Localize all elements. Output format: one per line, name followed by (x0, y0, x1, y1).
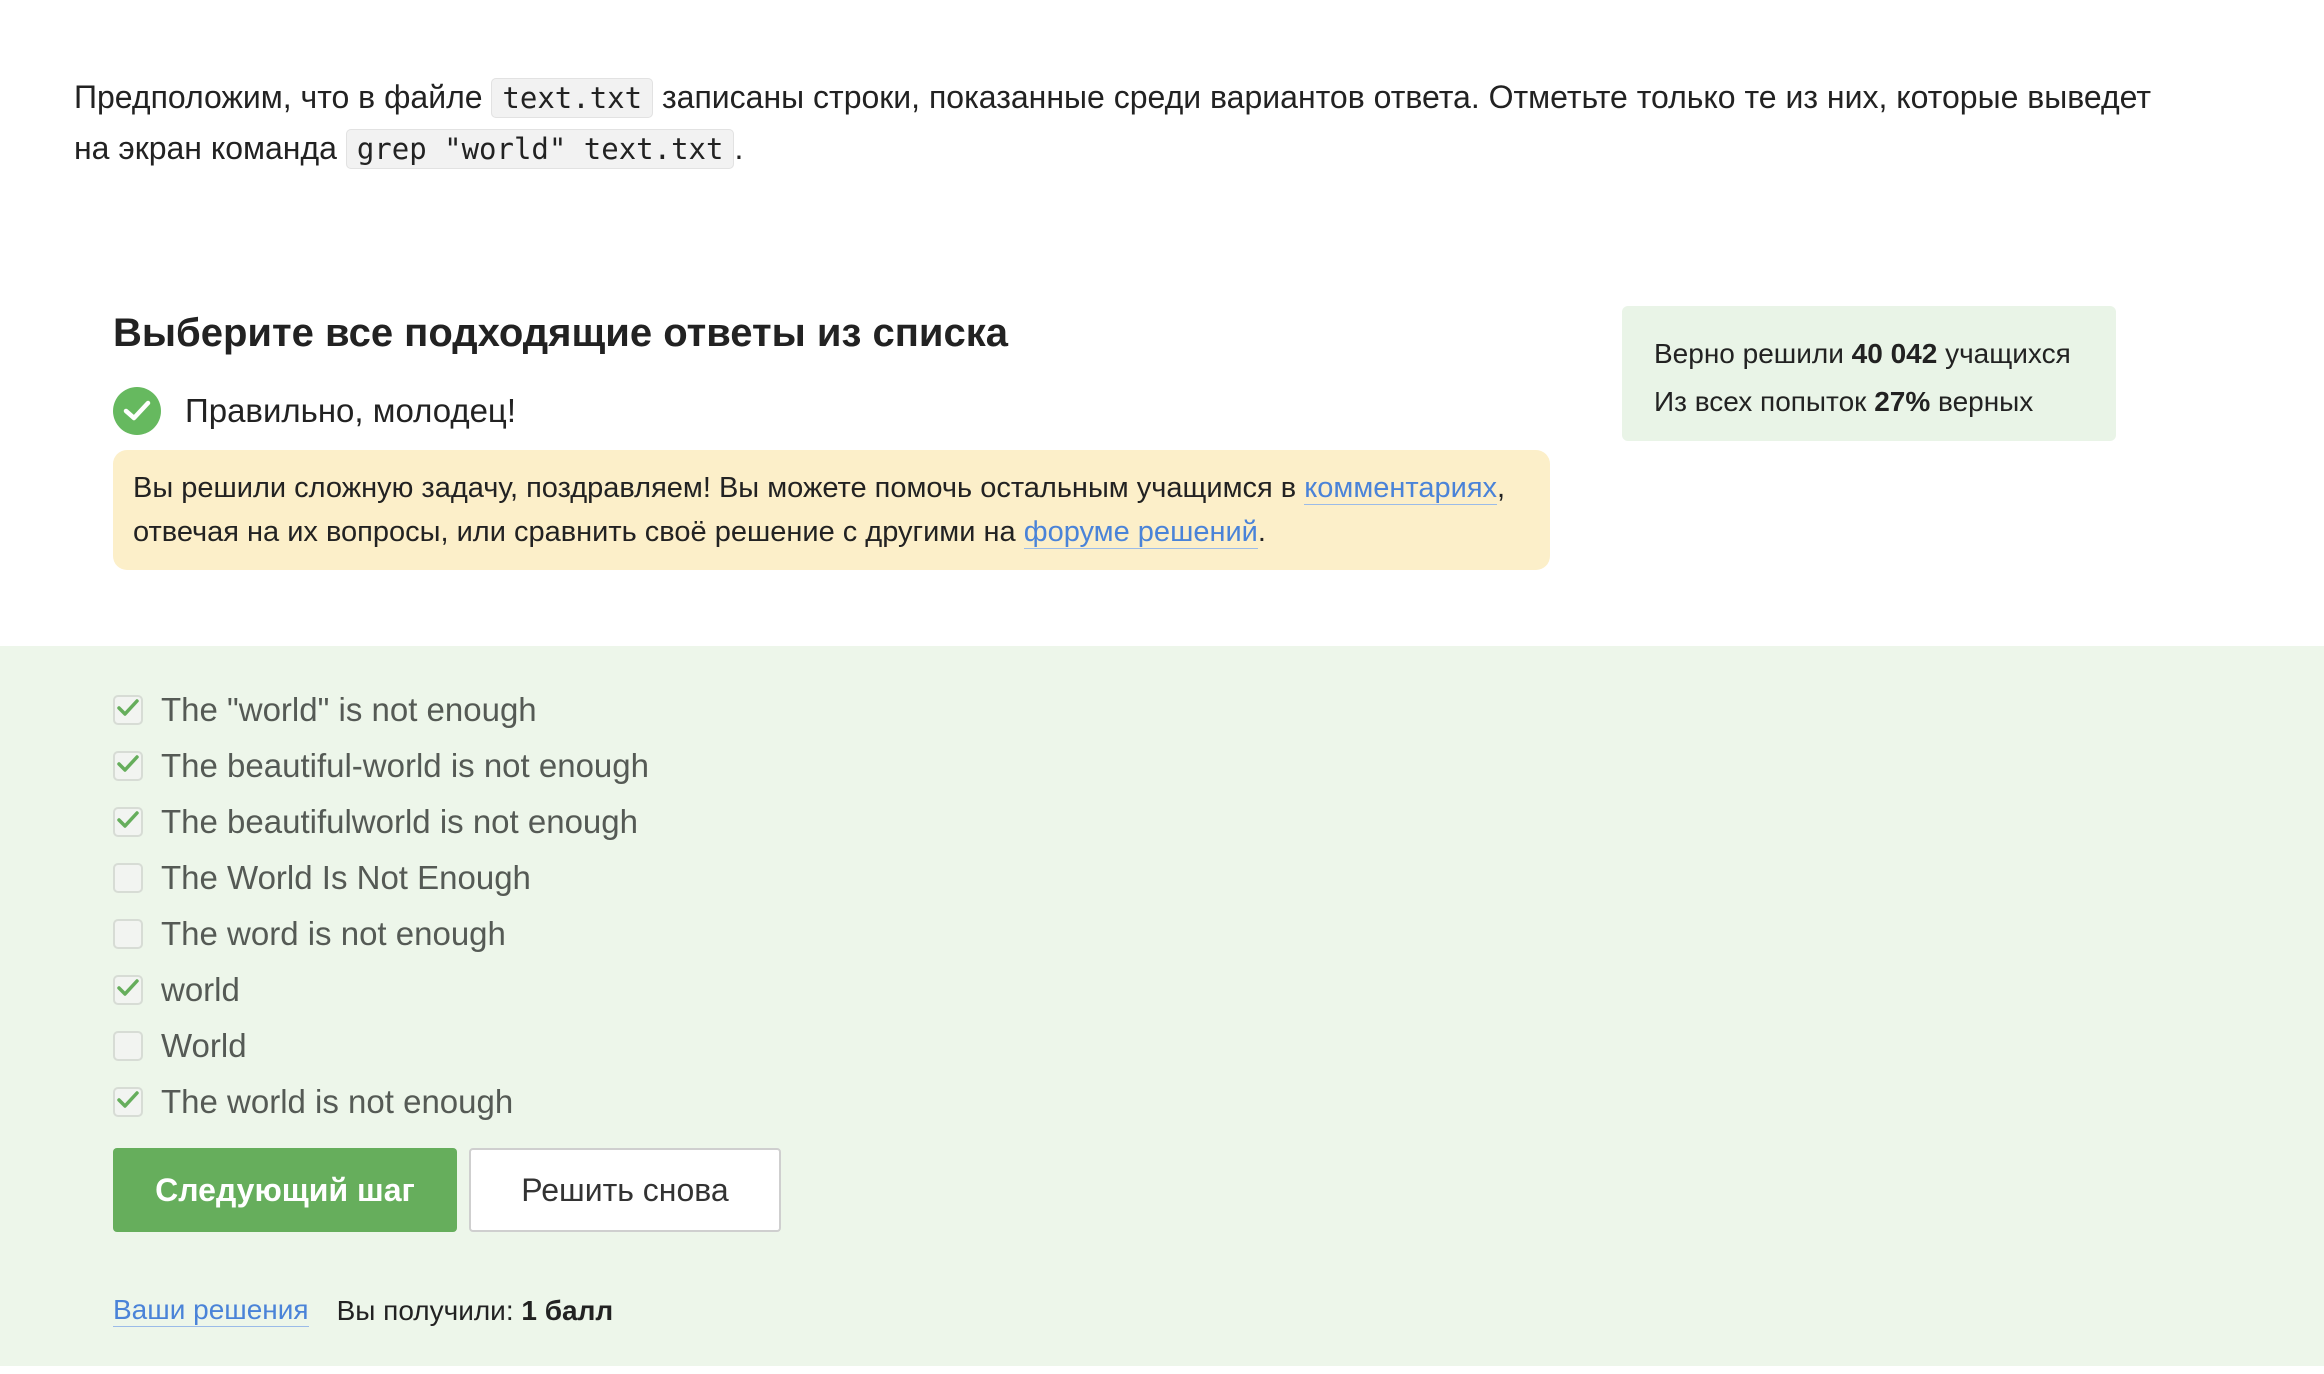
stats-attempts: Из всех попыток 27% верных (1654, 378, 2084, 426)
answer-header: Выберите все подходящие ответы из списка… (113, 306, 1550, 570)
stats-attempts-percent: 27% (1874, 386, 1931, 417)
action-buttons: Следующий шаг Решить снова (113, 1148, 781, 1232)
option-label: The beautifulworld is not enough (161, 803, 638, 840)
your-solutions-link[interactable]: Ваши решения (113, 1294, 309, 1327)
checkbox[interactable] (113, 695, 143, 725)
stats-attempts-suffix: верных (1938, 386, 2034, 417)
checkmark-icon (116, 754, 140, 779)
question-part-1: Предположим, что в файле (74, 79, 483, 115)
congrats-notice: Вы решили сложную задачу, поздравляем! В… (113, 450, 1550, 570)
answers-panel: The "world" is not enough The beautiful-… (0, 646, 2324, 1366)
notice-text-1: Вы решили сложную задачу, поздравляем! В… (133, 472, 1297, 504)
score-value: 1 балл (521, 1294, 614, 1326)
option-item[interactable]: World (113, 1018, 649, 1074)
checkbox[interactable] (113, 1031, 143, 1061)
solve-again-button[interactable]: Решить снова (469, 1148, 781, 1232)
check-circle-icon (113, 387, 161, 435)
comments-link[interactable]: комментариях (1304, 472, 1498, 505)
code-filename: text.txt (491, 78, 654, 118)
checkmark-icon (116, 978, 140, 1003)
code-command: grep "world" text.txt (345, 129, 735, 169)
option-item[interactable]: The beautiful-world is not enough (113, 738, 649, 794)
option-label: The World Is Not Enough (161, 859, 531, 896)
result-message: Правильно, молодец! (185, 392, 516, 429)
question-text: Предположим, что в файле text.txt записа… (74, 72, 2154, 174)
footer-line: Ваши решения Вы получили: 1 балл (113, 1294, 613, 1327)
stats-solved-suffix: учащихся (1945, 338, 2071, 369)
checkbox[interactable] (113, 919, 143, 949)
option-label: World (161, 1027, 247, 1064)
checkmark-icon (116, 698, 140, 723)
option-item[interactable]: The world is not enough (113, 1074, 649, 1130)
checkmark-icon (116, 1090, 140, 1115)
option-label: world (161, 971, 240, 1008)
stats-box: Верно решили 40 042 учащихся Из всех поп… (1622, 306, 2116, 441)
stats-solved-count: 40 042 (1851, 338, 1938, 369)
checkbox[interactable] (113, 807, 143, 837)
option-label: The beautiful-world is not enough (161, 747, 649, 784)
notice-text-3: . (1257, 516, 1266, 548)
option-item[interactable]: The "world" is not enough (113, 682, 649, 738)
option-label: The word is not enough (161, 915, 506, 952)
option-item[interactable]: The World Is Not Enough (113, 850, 649, 906)
checkbox[interactable] (113, 863, 143, 893)
checkbox[interactable] (113, 1087, 143, 1117)
question-part-3: . (734, 130, 744, 166)
checkbox[interactable] (113, 751, 143, 781)
option-label: The world is not enough (161, 1083, 514, 1120)
score-prefix: Вы получили: (336, 1294, 514, 1326)
stats-solved: Верно решили 40 042 учащихся (1654, 330, 2084, 378)
stats-attempts-prefix: Из всех попыток (1654, 386, 1867, 417)
option-label: The "world" is not enough (161, 691, 537, 728)
result-line: Правильно, молодец! (113, 386, 1550, 436)
option-item[interactable]: world (113, 962, 649, 1018)
option-item[interactable]: The beautifulworld is not enough (113, 794, 649, 850)
option-item[interactable]: The word is not enough (113, 906, 649, 962)
next-step-button[interactable]: Следующий шаг (113, 1148, 457, 1232)
solutions-forum-link[interactable]: форуме решений (1023, 516, 1258, 549)
stats-solved-prefix: Верно решили (1654, 338, 1844, 369)
section-title: Выберите все подходящие ответы из списка (113, 311, 1008, 355)
options-list: The "world" is not enough The beautiful-… (113, 682, 649, 1130)
checkmark-icon (116, 810, 140, 835)
checkbox[interactable] (113, 975, 143, 1005)
